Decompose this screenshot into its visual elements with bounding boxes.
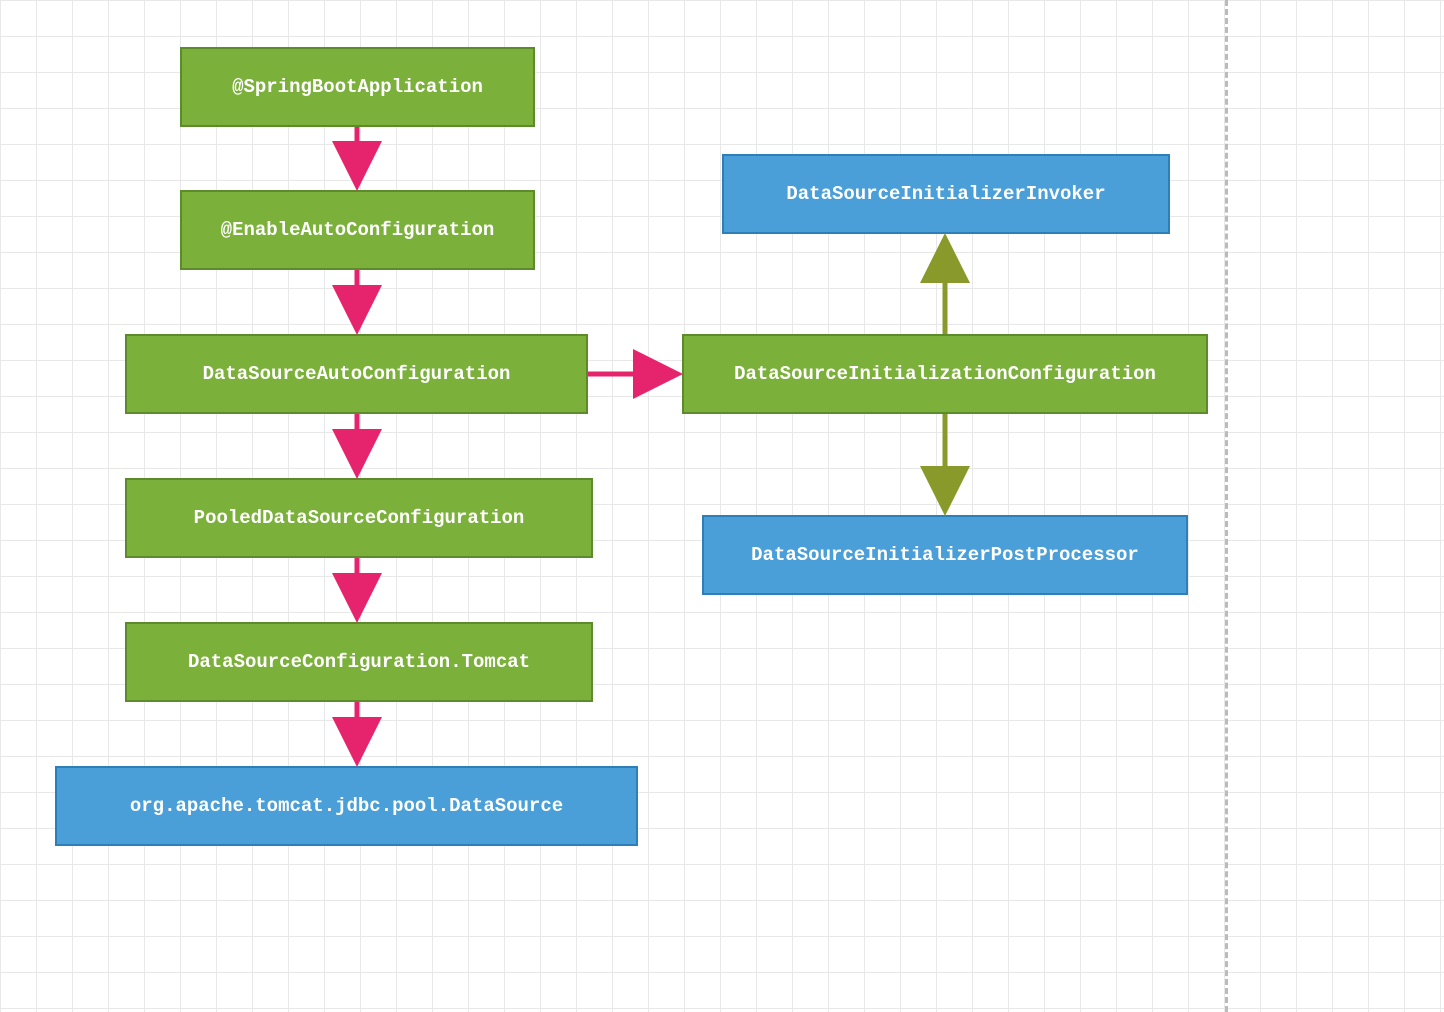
node-datasource-init-invoker: DataSourceInitializerInvoker xyxy=(722,154,1170,234)
node-tomcat-datasource: org.apache.tomcat.jdbc.pool.DataSource xyxy=(55,766,638,846)
node-spring-boot-app: @SpringBootApplication xyxy=(180,47,535,127)
node-enable-auto-config: @EnableAutoConfiguration xyxy=(180,190,535,270)
dashed-divider xyxy=(1225,0,1228,1012)
node-datasource-auto-config: DataSourceAutoConfiguration xyxy=(125,334,588,414)
node-datasource-init-config: DataSourceInitializationConfiguration xyxy=(682,334,1208,414)
node-pooled-datasource-config: PooledDataSourceConfiguration xyxy=(125,478,593,558)
node-datasource-config-tomcat: DataSourceConfiguration.Tomcat xyxy=(125,622,593,702)
node-datasource-init-postprocessor: DataSourceInitializerPostProcessor xyxy=(702,515,1188,595)
